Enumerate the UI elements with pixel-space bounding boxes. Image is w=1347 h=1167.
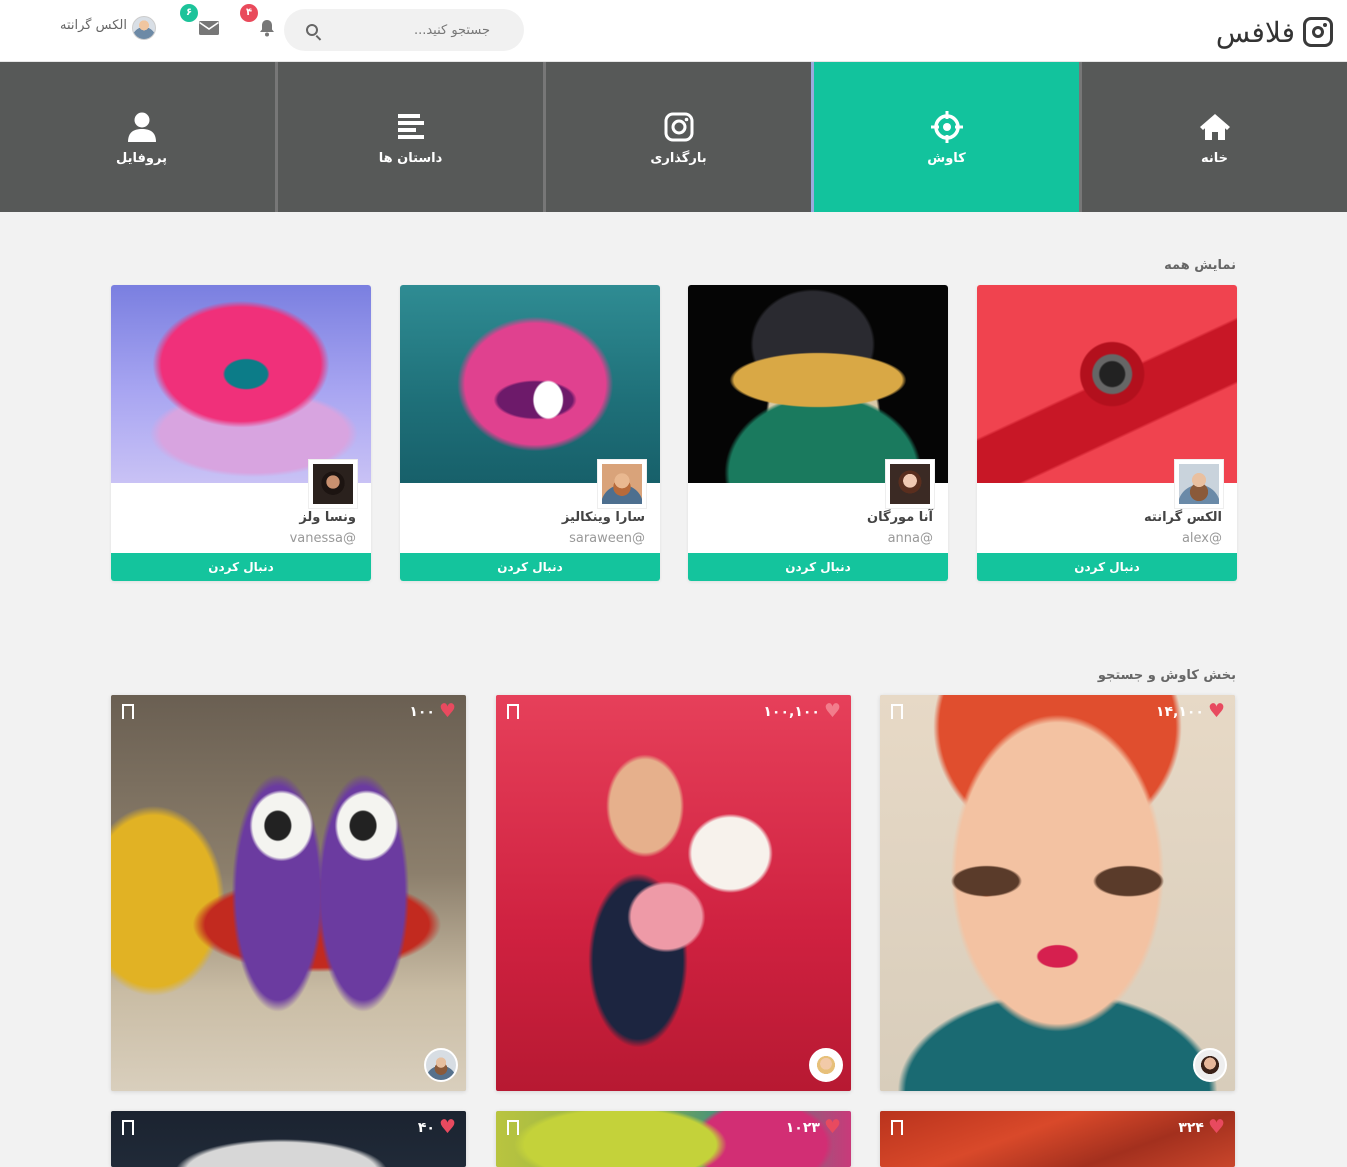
bookmark-icon[interactable] [122,1120,134,1135]
home-icon [1199,113,1230,140]
avatar[interactable] [308,459,358,509]
suggestion-handle: saraween@ [569,531,645,546]
camera-icon [664,112,693,141]
explore-post[interactable]: ♥ ۱۰۰,۱۰۰ [496,695,851,1091]
post-image [880,695,1235,1091]
brand[interactable]: فلافس [1216,12,1333,52]
main-nav: خانه کاوش بارگذاری داستان ها پروفایل [0,62,1347,212]
notifications-badge: ۴ [240,4,258,22]
explore-post[interactable]: ♥ ۱۰۰ [111,695,466,1091]
stories-icon [397,113,424,139]
suggestion-image[interactable] [400,285,660,483]
like-count: ۴۰ [417,1119,435,1136]
explore-crosshair-icon [930,110,963,143]
suggestion-image[interactable] [111,285,371,483]
like-count: ۳۲۴ [1178,1119,1204,1136]
nav-explore[interactable]: کاوش [811,62,1079,212]
heart-icon: ♥ [1207,700,1225,722]
post-likes[interactable]: ♥ ۴۰ [418,1118,456,1137]
avatar[interactable] [424,1048,458,1082]
suggestion-image[interactable] [688,285,948,483]
follow-button[interactable]: دنبال کردن [688,553,948,581]
follow-button[interactable]: دنبال کردن [111,553,371,581]
bookmark-icon[interactable] [122,704,134,719]
suggestion-handle: alex@ [1181,531,1222,546]
messages-badge: ۶ [180,4,198,22]
nav-label: خانه [1201,150,1229,166]
heart-icon: ♥ [438,700,456,722]
post-likes[interactable]: ♥ ۱۰۰ [409,702,456,721]
search-box [284,9,524,51]
explore-post[interactable]: ♥ ۱۴,۱۰۰ [880,695,1235,1091]
post-image [111,1111,466,1167]
like-count: ۱۰۲۳ [785,1119,820,1136]
like-count: ۱۰۰ [409,703,435,720]
avatar[interactable] [809,1048,843,1082]
post-image [111,695,466,1091]
explore-post[interactable]: ♥ ۴۰ [111,1111,466,1167]
brand-name: فلافس [1215,15,1295,49]
avatar[interactable] [597,459,647,509]
suggestion-name: ونسا ولز [299,510,356,525]
post-likes[interactable]: ♥ ۱۰۰,۱۰۰ [763,702,841,721]
avatar[interactable] [1193,1048,1227,1082]
nav-stories[interactable]: داستان ها [275,62,543,212]
follow-button[interactable]: دنبال کردن [400,553,660,581]
suggestion-name: آنا مورگان [867,510,933,525]
user-icon [127,112,156,142]
envelope-icon[interactable] [198,19,220,37]
bookmark-icon[interactable] [507,704,519,719]
follow-button[interactable]: دنبال کردن [977,553,1237,581]
bookmark-icon[interactable] [891,1120,903,1135]
avatar[interactable] [885,459,935,509]
explore-post[interactable]: ♥ ۱۰۲۳ [496,1111,851,1167]
avatar[interactable] [1174,459,1224,509]
search-input[interactable] [310,9,490,51]
nav-label: کاوش [927,150,966,166]
suggestion-card: سارا وینکالیز saraween@ دنبال کردن [400,285,660,581]
suggestion-card: آنا مورگان anna@ دنبال کردن [688,285,948,581]
search-icon[interactable] [306,24,318,36]
suggestion-name: سارا وینکالیز [561,510,645,525]
user-name[interactable]: الکس گرانته [60,18,127,33]
post-likes[interactable]: ♥ ۳۲۴ [1178,1118,1225,1137]
like-count: ۱۴,۱۰۰ [1155,703,1204,720]
heart-icon: ♥ [823,700,841,722]
post-likes[interactable]: ♥ ۱۰۲۳ [786,1118,841,1137]
suggestion-handle: anna@ [887,531,933,546]
nav-profile[interactable]: پروفایل [8,62,275,212]
nav-upload[interactable]: بارگذاری [543,62,811,212]
nav-label: پروفایل [116,150,167,166]
explore-section-title: بخش کاوش و جستجو [1097,668,1236,683]
heart-icon: ♥ [823,1116,841,1138]
heart-icon: ♥ [438,1116,456,1138]
post-likes[interactable]: ♥ ۱۴,۱۰۰ [1156,702,1225,721]
bookmark-icon[interactable] [507,1120,519,1135]
suggestion-handle: vanessa@ [289,531,356,546]
nav-label: بارگذاری [650,150,707,166]
post-image [496,695,851,1091]
suggestion-image[interactable] [977,285,1237,483]
show-all-link[interactable]: نمایش همه [1164,258,1236,273]
instagram-icon [1303,17,1333,47]
heart-icon: ♥ [1207,1116,1225,1138]
bookmark-icon[interactable] [891,704,903,719]
nav-label: داستان ها [378,150,443,166]
suggestion-card: الکس گرانته alex@ دنبال کردن [977,285,1237,581]
like-count: ۱۰۰,۱۰۰ [763,703,820,720]
explore-post[interactable]: ♥ ۳۲۴ [880,1111,1235,1167]
suggestion-name: الکس گرانته [1144,510,1222,525]
suggestion-card: ونسا ولز vanessa@ دنبال کردن [111,285,371,581]
nav-home[interactable]: خانه [1079,62,1347,212]
top-bar: فلافس ۴ ۶ الکس گرانته [0,0,1347,62]
bell-icon[interactable] [257,18,277,38]
user-avatar[interactable] [132,16,156,40]
